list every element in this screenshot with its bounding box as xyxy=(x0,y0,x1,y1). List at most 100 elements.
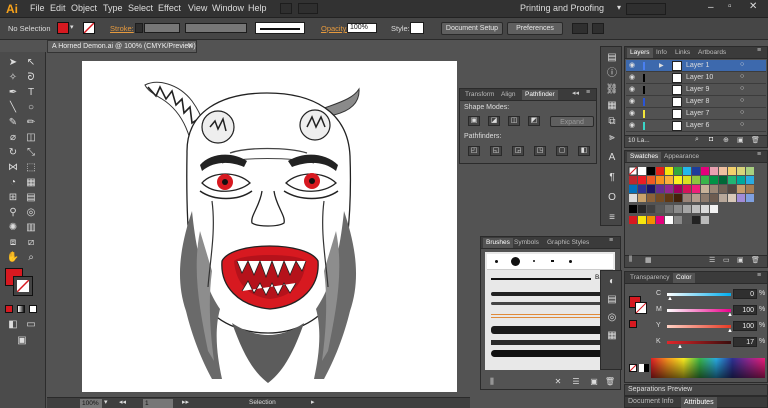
channel-slider[interactable] xyxy=(667,293,731,296)
preferences-button[interactable]: Preferences xyxy=(507,22,563,35)
visibility-eye-icon[interactable]: ◉ xyxy=(629,97,635,105)
ellipse-tool-icon[interactable]: ○ xyxy=(24,101,38,115)
mesh-tool-icon[interactable]: ⊞ xyxy=(6,191,20,205)
tab-transform[interactable]: Transform xyxy=(462,90,497,100)
art-brush-arrow[interactable] xyxy=(491,314,609,318)
outline-icon[interactable]: ▢ xyxy=(556,146,568,156)
layers-menu-icon[interactable]: ≡ xyxy=(757,47,761,54)
swatch-grid[interactable] xyxy=(627,165,765,231)
tab-artboards[interactable]: Artboards xyxy=(695,48,729,58)
channel-value[interactable]: 100 xyxy=(733,305,757,315)
unite-icon[interactable]: ▣ xyxy=(468,116,480,126)
artboard[interactable] xyxy=(82,61,457,392)
first-artboard-icon[interactable]: ◂◂ xyxy=(119,398,126,406)
channel-value[interactable]: 0 xyxy=(733,289,757,299)
layer-row[interactable]: ◉ Layer 10 ○ xyxy=(626,72,766,84)
tab-align[interactable]: Align xyxy=(498,90,518,100)
basic-brush-stroke[interactable] xyxy=(491,278,591,280)
divide-icon[interactable]: ◰ xyxy=(468,146,480,156)
make-clipping-mask-icon[interactable]: ◘ xyxy=(709,136,713,143)
out-of-gamut-swatch[interactable] xyxy=(629,320,637,328)
brush-dot-tiny[interactable] xyxy=(533,260,535,262)
draw-behind-icon[interactable]: ▭ xyxy=(24,318,38,332)
minus-back-icon[interactable]: ◧ xyxy=(578,146,590,156)
selection-tool-icon[interactable]: ➤ xyxy=(6,56,20,70)
visibility-eye-icon[interactable]: ◉ xyxy=(629,121,635,129)
pencil-tool-icon[interactable]: ✏ xyxy=(24,116,38,130)
visibility-eye-icon[interactable]: ◉ xyxy=(629,73,635,81)
free-transform-tool-icon[interactable]: ⬚ xyxy=(24,161,38,175)
panel-menu-icon[interactable]: ≡ xyxy=(586,89,590,96)
links-panel-icon[interactable]: ⛓ xyxy=(605,83,619,97)
menu-object[interactable]: Object xyxy=(71,3,97,13)
layer-name[interactable]: Layer 7 xyxy=(686,110,709,117)
graphic-style-swatch[interactable] xyxy=(410,22,424,34)
brush-dot-large[interactable] xyxy=(511,257,520,266)
current-tool-status[interactable]: Selection xyxy=(249,399,276,406)
layers-panel-icon[interactable]: ▤ xyxy=(605,51,619,65)
layer-target-icon[interactable]: ○ xyxy=(740,97,744,104)
tab-swatches[interactable]: Swatches xyxy=(627,152,662,162)
layer-row[interactable]: ◉ Layer 6 ○ xyxy=(626,120,766,132)
menu-effect[interactable]: Effect xyxy=(158,3,181,13)
visibility-eye-icon[interactable]: ◉ xyxy=(629,109,635,117)
tab-info[interactable]: Info xyxy=(653,48,670,58)
color-spectrum[interactable] xyxy=(651,358,765,378)
perspective-grid-tool-icon[interactable]: ▦ xyxy=(24,176,38,190)
close-document-icon[interactable]: ✕ xyxy=(187,41,194,50)
art-brush-2[interactable] xyxy=(491,302,609,305)
tab-appearance[interactable]: Appearance xyxy=(661,152,702,162)
menu-view[interactable]: View xyxy=(188,3,207,13)
stroke-color-box[interactable] xyxy=(13,276,33,296)
brush-dot-small[interactable] xyxy=(495,260,498,263)
menu-help[interactable]: Help xyxy=(248,3,267,13)
brush-definition[interactable] xyxy=(255,22,305,34)
magic-wand-tool-icon[interactable]: ✧ xyxy=(6,71,20,85)
layer-name[interactable]: Layer 6 xyxy=(686,122,709,129)
brushes-menu-icon[interactable]: ≡ xyxy=(609,237,613,244)
tab-layers[interactable]: Layers xyxy=(627,48,653,58)
zoom-dropdown-icon[interactable]: ▾ xyxy=(104,398,108,406)
blob-brush-tool-icon[interactable]: ⌀ xyxy=(6,131,20,145)
delete-layer-icon[interactable]: 🗑 xyxy=(751,136,760,144)
menu-select[interactable]: Select xyxy=(128,3,153,13)
demon-artwork[interactable] xyxy=(82,61,457,392)
layer-row[interactable]: ◉ Layer 7 ○ xyxy=(626,108,766,120)
paragraph-panel-icon[interactable]: ¶ xyxy=(605,171,619,185)
layer-row[interactable]: ◉ Layer 8 ○ xyxy=(626,96,766,108)
type-tool-icon[interactable]: T xyxy=(24,86,38,100)
visibility-eye-icon[interactable]: ◉ xyxy=(629,61,635,69)
search-help-field[interactable] xyxy=(626,3,666,15)
bridge-icon[interactable] xyxy=(280,3,292,14)
direct-selection-tool-icon[interactable]: ↖ xyxy=(24,56,38,70)
channel-value[interactable]: 17 xyxy=(733,337,757,347)
paintbrush-tool-icon[interactable]: ✎ xyxy=(6,116,20,130)
zoom-tool-icon[interactable]: ⌕ xyxy=(24,251,38,265)
channel-slider[interactable] xyxy=(667,309,731,312)
document-tab[interactable]: A Horned Demon.ai @ 100% (CMYK/Preview) xyxy=(47,40,197,53)
rotate-tool-icon[interactable]: ↻ xyxy=(6,146,20,160)
layer-name[interactable]: Layer 8 xyxy=(686,98,709,105)
opacity-label[interactable]: Opacity: xyxy=(321,24,349,33)
black-swatch[interactable] xyxy=(644,364,649,372)
variable-width-profile[interactable] xyxy=(185,23,247,33)
none-swatch[interactable] xyxy=(629,364,637,372)
workspace-switcher[interactable]: Printing and Proofing xyxy=(520,2,614,15)
delete-swatch-icon[interactable]: 🗑 xyxy=(751,256,760,264)
gradient-mode-icon[interactable] xyxy=(17,305,25,313)
zoom-field[interactable]: 100% xyxy=(80,399,102,408)
opentype-panel-icon[interactable]: O xyxy=(605,191,619,205)
stroke-weight-field[interactable] xyxy=(144,23,180,33)
new-brush-icon[interactable]: ▣ xyxy=(587,375,601,389)
screen-mode-icon[interactable]: ▣ xyxy=(15,334,29,348)
color-mode-icon[interactable] xyxy=(5,305,13,313)
menu-edit[interactable]: Edit xyxy=(50,3,66,13)
symbol-sprayer-tool-icon[interactable]: ✺ xyxy=(6,221,20,235)
art-brush-1[interactable] xyxy=(491,292,609,296)
gradient-tool-icon[interactable]: ▤ xyxy=(24,191,38,205)
expand-triangle-icon[interactable]: ▶ xyxy=(659,62,664,69)
color-menu-icon[interactable]: ≡ xyxy=(757,272,761,279)
art-brush-ink[interactable] xyxy=(491,340,609,345)
tab-links[interactable]: Links xyxy=(672,48,693,58)
channel-slider-thumb[interactable]: ▲ xyxy=(677,344,683,350)
